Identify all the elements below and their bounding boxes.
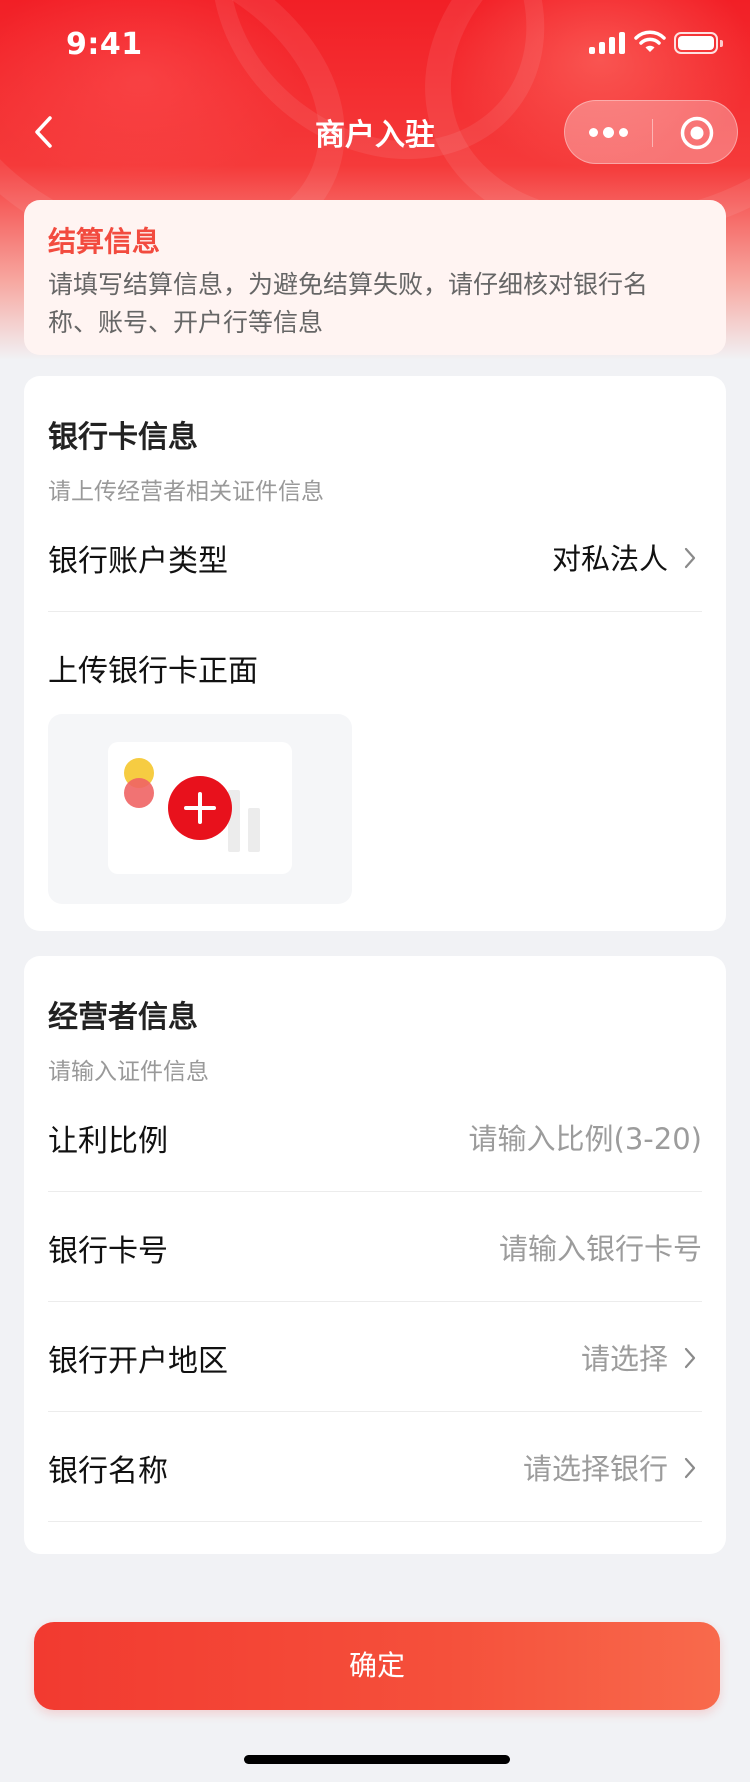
region-select[interactable]: 请选择 [581, 1336, 668, 1378]
status-bar: 9:41 [0, 0, 750, 88]
ratio-row[interactable]: 让利比例 请输入比例(3-20) [48, 1082, 702, 1192]
more-dots-icon[interactable] [589, 127, 629, 139]
ratio-input[interactable]: 请输入比例(3-20) [469, 1116, 702, 1158]
nav-bar: 商户入驻 [0, 88, 750, 176]
notice-text: 请填写结算信息，为避免结算失败，请仔细核对银行名称、账号、开户行等信息 [48, 270, 649, 337]
chevron-right-icon [684, 547, 696, 569]
mini-program-capsule [564, 100, 738, 164]
battery-icon [674, 32, 723, 54]
chevron-right-icon [684, 1347, 696, 1369]
plus-circle-icon [168, 776, 232, 840]
confirm-button[interactable]: 确定 [34, 1622, 720, 1710]
card-placeholder-illustration [108, 742, 292, 874]
section-title: 经营者信息 [48, 1000, 198, 1035]
row-label: 银行卡号 [48, 1234, 168, 1269]
bank-card-upload[interactable] [48, 714, 352, 904]
wifi-icon [634, 30, 666, 52]
row-label: 银行账户类型 [48, 544, 228, 579]
upload-label: 上传银行卡正面 [48, 654, 258, 689]
row-label: 银行名称 [48, 1454, 168, 1489]
row-label: 银行开户地区 [48, 1344, 228, 1379]
row-label: 让利比例 [48, 1124, 168, 1159]
card-number-row[interactable]: 银行卡号 请输入银行卡号 [48, 1192, 702, 1302]
bank-card-section: 银行卡信息 请上传经营者相关证件信息 银行账户类型 对私法人 上传银行卡正面 [24, 376, 726, 931]
operator-section: 经营者信息 请输入证件信息 让利比例 请输入比例(3-20) 银行卡号 请输入银… [24, 956, 726, 1554]
card-chip-red [124, 778, 154, 808]
section-title: 银行卡信息 [48, 420, 198, 455]
section-subtitle: 请上传经营者相关证件信息 [48, 479, 324, 505]
capsule-divider [652, 119, 653, 147]
settlement-notice: 结算信息 请填写结算信息，为避免结算失败，请仔细核对银行名称、账号、开户行等信息 [24, 200, 726, 355]
target-ring-icon[interactable] [679, 115, 715, 151]
notice-title: 结算信息 [48, 225, 161, 258]
card-stripe [248, 808, 260, 852]
account-type-value: 对私法人 [551, 542, 668, 576]
status-time: 9:41 [66, 27, 143, 62]
region-row[interactable]: 银行开户地区 请选择 [48, 1302, 702, 1412]
card-number-input[interactable]: 请输入银行卡号 [499, 1226, 702, 1268]
account-type-row[interactable]: 银行账户类型 对私法人 [48, 502, 702, 612]
bank-name-select[interactable]: 请选择银行 [523, 1446, 668, 1488]
bank-name-row[interactable]: 银行名称 请选择银行 [48, 1412, 702, 1522]
section-subtitle: 请输入证件信息 [48, 1059, 209, 1085]
chevron-right-icon [684, 1457, 696, 1479]
signal-icon [589, 32, 625, 54]
home-indicator[interactable] [244, 1755, 510, 1764]
